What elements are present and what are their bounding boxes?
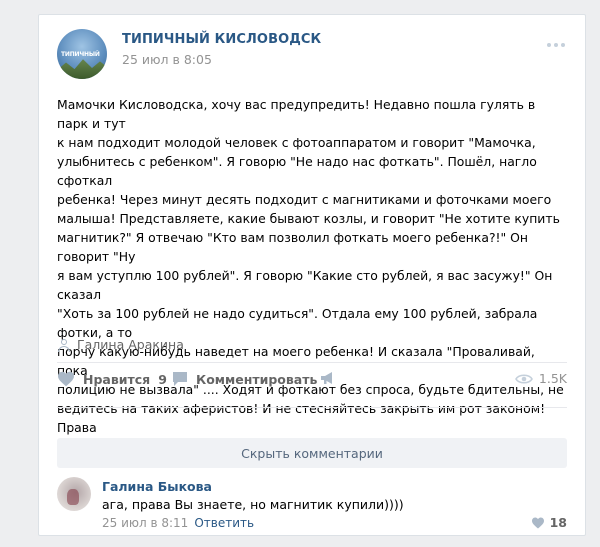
- post-card: ТИПИЧНЫЙ ТИПИЧНЫЙ КИСЛОВОДСК 25 июл в 8:…: [38, 14, 586, 536]
- signer-name[interactable]: Галина Аракина: [77, 337, 184, 352]
- comment-avatar[interactable]: [57, 477, 91, 511]
- comment-text: ага, права Вы знаете, но магнитик купили…: [102, 497, 404, 512]
- post-signer[interactable]: Галина Аракина: [57, 337, 184, 352]
- avatar-label: ТИПИЧНЫЙ: [61, 51, 100, 58]
- comment-label: Комментировать: [196, 371, 318, 387]
- post-header: ТИПИЧНЫЙ ТИПИЧНЫЙ КИСЛОВОДСК 25 июл в 8:…: [57, 29, 567, 89]
- group-avatar[interactable]: ТИПИЧНЫЙ: [57, 29, 107, 79]
- hide-comments-button[interactable]: Скрыть комментарии: [57, 438, 567, 468]
- comment-item: Галина Быкова ага, права Вы знаете, но м…: [57, 477, 567, 547]
- post-actions: Нравится 9 Комментировать 1.5K: [57, 371, 567, 395]
- divider: [57, 362, 567, 363]
- heart-icon: [531, 517, 545, 529]
- post-author-link[interactable]: ТИПИЧНЫЙ КИСЛОВОДСК: [122, 32, 321, 47]
- like-label: Нравится: [83, 371, 151, 387]
- comment-author-link[interactable]: Галина Быкова: [102, 479, 212, 494]
- heart-icon: [57, 371, 75, 387]
- views-counter: 1.5K: [514, 371, 567, 386]
- post-date[interactable]: 25 июл в 8:05: [122, 52, 212, 67]
- person-icon: [57, 338, 71, 352]
- comment-button[interactable]: Комментировать: [172, 371, 317, 387]
- post-text: Мамочки Кисловодска, хочу вас предупреди…: [57, 97, 564, 454]
- share-button[interactable]: [320, 371, 336, 385]
- reply-link[interactable]: Ответить: [194, 516, 254, 530]
- divider: [57, 407, 567, 408]
- like-count: 9: [158, 371, 167, 387]
- share-icon: [320, 371, 336, 385]
- comment-date[interactable]: 25 июл в 8:11: [102, 516, 188, 530]
- comment-meta: 25 июл в 8:11 Ответить: [102, 516, 254, 530]
- eye-icon: [514, 373, 533, 385]
- views-count: 1.5K: [538, 371, 567, 386]
- mountain-graphic: [57, 59, 107, 79]
- comment-like-count: 18: [549, 515, 567, 530]
- like-button[interactable]: Нравится 9: [57, 371, 167, 387]
- more-icon[interactable]: [547, 43, 567, 51]
- comment-icon: [172, 371, 188, 387]
- comment-like-button[interactable]: 18: [531, 515, 567, 530]
